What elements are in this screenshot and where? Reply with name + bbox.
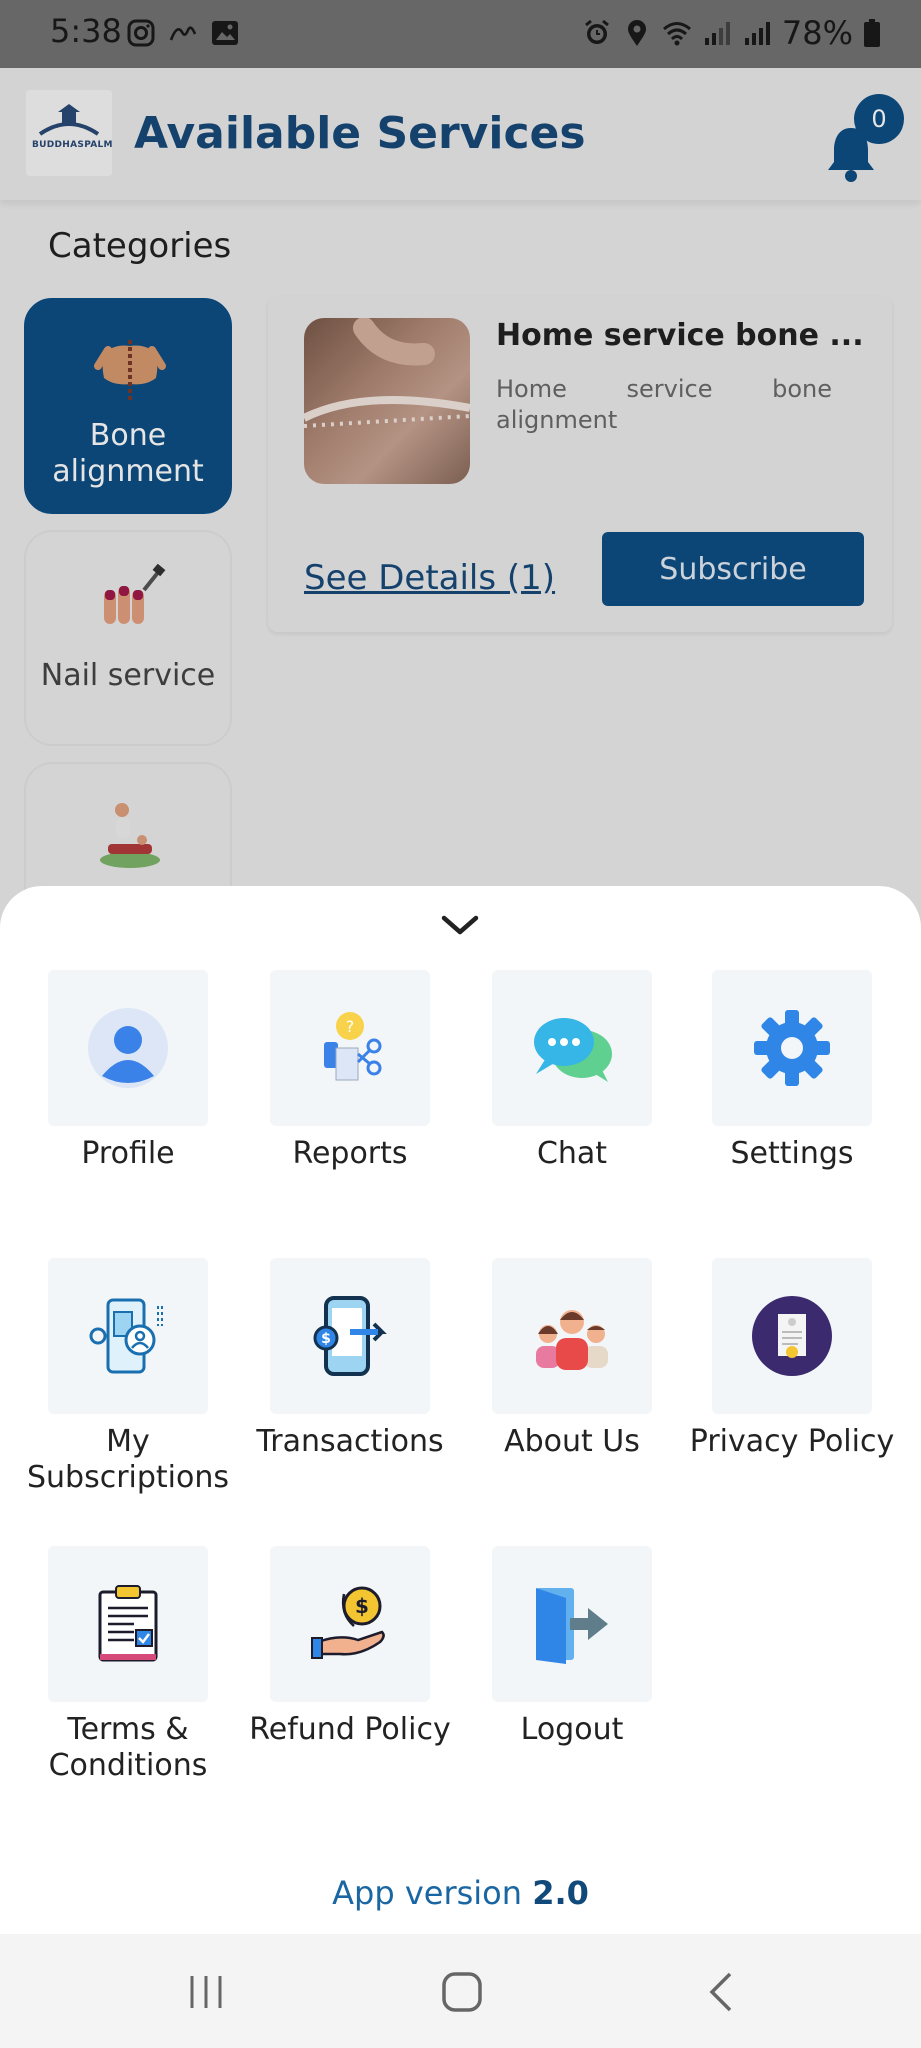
menu-label-terms-conditions[interactable]: Terms & Conditions [18,1712,238,1784]
chat-icon [534,1018,612,1082]
profile-icon [88,1008,168,1088]
menu-tile-chat[interactable] [492,970,652,1126]
menu-label-my-subscriptions[interactable]: My Subscriptions [18,1424,238,1496]
menu-tile-about-us[interactable] [492,1258,652,1414]
menu-label-logout[interactable]: Logout [462,1712,682,1748]
menu-label-privacy-policy[interactable]: Privacy Policy [682,1424,902,1460]
chevron-down-icon[interactable] [436,906,484,942]
menu-tile-refund-policy[interactable]: $ [270,1546,430,1702]
menu-label-refund-policy[interactable]: Refund Policy [240,1712,460,1748]
menu-tile-my-subscriptions[interactable] [48,1258,208,1414]
about-us-icon [536,1310,608,1370]
svg-text:$: $ [321,1331,331,1347]
menu-label-transactions[interactable]: Transactions [240,1424,460,1460]
privacy-policy-icon [752,1296,832,1376]
menu-tile-settings[interactable] [712,970,872,1126]
logout-icon [536,1588,608,1664]
menu-tile-reports[interactable]: ? [270,970,430,1126]
reports-icon: ? [324,1012,382,1081]
gear-icon [754,1010,830,1086]
menu-label-profile[interactable]: Profile [18,1136,238,1172]
subscriptions-icon [89,1298,163,1374]
menu-label-chat[interactable]: Chat [462,1136,682,1172]
menu-tile-terms-conditions[interactable] [48,1546,208,1702]
menu-tile-logout[interactable] [492,1546,652,1702]
refund-icon: $ [311,1586,385,1659]
app-version: App version 2.0 [0,1874,921,1914]
app-version-number: 2.0 [532,1874,589,1912]
menu-tile-profile[interactable] [48,970,208,1126]
menu-label-about-us[interactable]: About Us [462,1424,682,1460]
menu-label-reports[interactable]: Reports [240,1136,460,1172]
svg-text:?: ? [346,1017,355,1036]
menu-tile-privacy-policy[interactable] [712,1258,872,1414]
system-navigation-bar [0,1934,921,2048]
transactions-icon: $ [313,1296,387,1376]
back-icon[interactable] [700,1970,744,2014]
app-version-label: App version [332,1874,523,1912]
terms-icon [98,1585,158,1662]
menu-label-settings[interactable]: Settings [682,1136,902,1172]
svg-text:$: $ [355,1594,369,1618]
recent-apps-icon[interactable] [184,1970,228,2014]
menu-bottom-sheet: Profile ? Reports Chat Settings My Subsc… [0,886,921,1934]
home-icon[interactable] [440,1970,484,2014]
menu-tile-transactions[interactable]: $ [270,1258,430,1414]
